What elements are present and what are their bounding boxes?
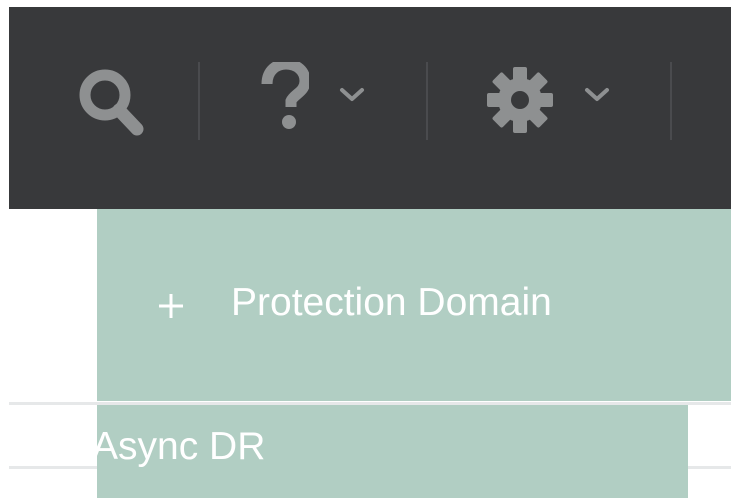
submenu-item-async-dr[interactable]: Async DR bbox=[92, 425, 265, 469]
toolbar-divider bbox=[426, 62, 428, 140]
toolbar-divider bbox=[198, 62, 200, 140]
chevron-down-icon[interactable] bbox=[584, 86, 610, 104]
question-icon[interactable] bbox=[261, 58, 311, 134]
menu-item-label: Protection Domain bbox=[231, 281, 552, 324]
chevron-down-icon[interactable] bbox=[339, 86, 365, 104]
create-dropdown-menu: Protection Domain bbox=[97, 209, 731, 401]
create-protection-domain-item[interactable]: Protection Domain bbox=[97, 209, 731, 401]
toolbar-divider bbox=[670, 62, 672, 140]
search-icon[interactable] bbox=[77, 65, 149, 137]
page-edge bbox=[0, 0, 9, 498]
top-navigation-bar bbox=[9, 7, 731, 209]
plus-icon bbox=[157, 292, 185, 320]
gear-icon[interactable] bbox=[485, 65, 555, 135]
